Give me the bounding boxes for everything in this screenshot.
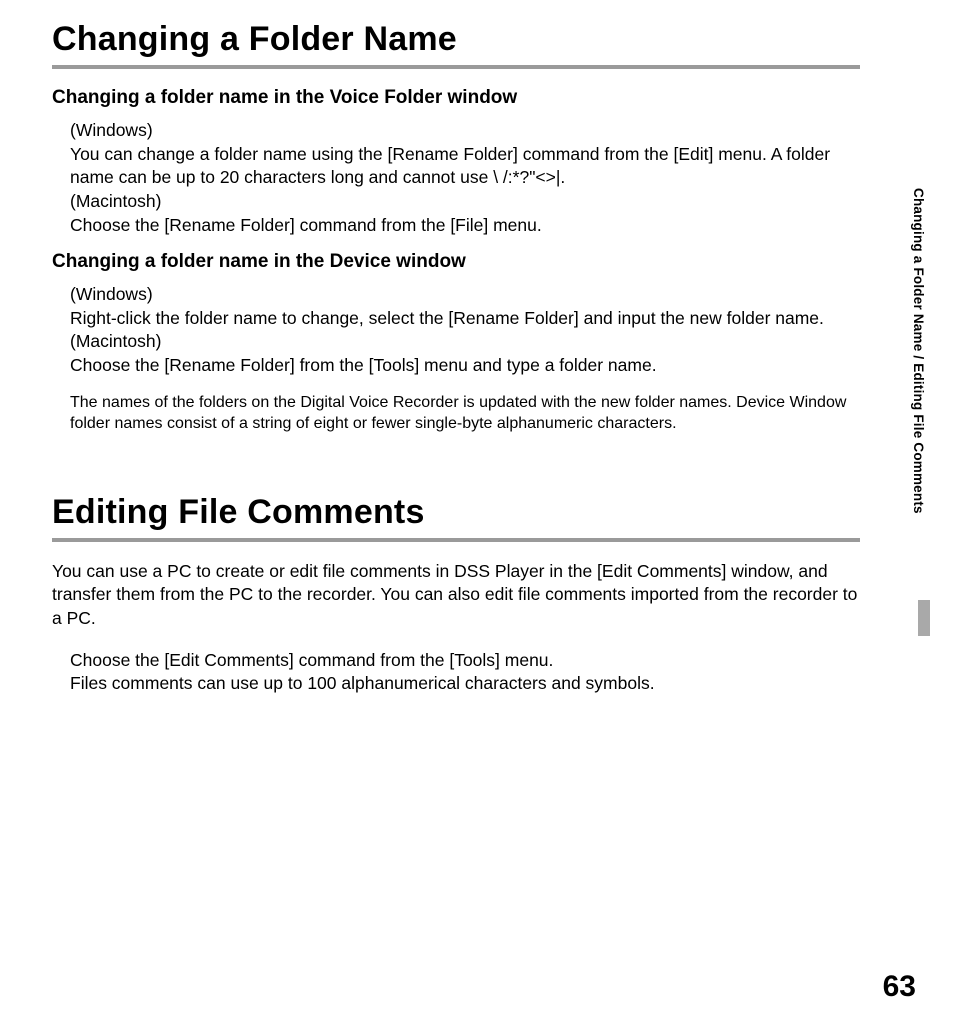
- body-text: (Windows) Right-click the folder name to…: [70, 283, 860, 378]
- section-tab-marker: [918, 600, 930, 636]
- instruction-text: Choose the [Rename Folder] command from …: [70, 214, 860, 238]
- instruction-text: Right-click the folder name to change, s…: [70, 307, 860, 331]
- note-text: The names of the folders on the Digital …: [70, 392, 860, 435]
- subheading-voice-folder: Changing a folder name in the Voice Fold…: [52, 87, 860, 109]
- body-text: (Windows) You can change a folder name u…: [70, 119, 860, 237]
- horizontal-rule: [52, 538, 860, 542]
- instruction-text: You can change a folder name using the […: [70, 143, 860, 190]
- page-number: 63: [883, 970, 916, 1004]
- subheading-device-window: Changing a folder name in the Device win…: [52, 251, 860, 273]
- instruction-text: Choose the [Rename Folder] from the [Too…: [70, 354, 860, 378]
- side-margin: Changing a Folder Name / Editing File Co…: [904, 188, 934, 708]
- content-column: Changing a Folder Name Changing a folder…: [52, 20, 860, 710]
- running-header: Changing a Folder Name / Editing File Co…: [911, 188, 926, 608]
- instruction-text: Choose the [Edit Comments] command from …: [70, 649, 860, 673]
- intro-paragraph: You can use a PC to create or edit file …: [52, 560, 860, 631]
- os-label-macintosh: (Macintosh): [70, 330, 860, 354]
- os-label-windows: (Windows): [70, 283, 860, 307]
- horizontal-rule: [52, 65, 860, 69]
- instruction-text: Files comments can use up to 100 alphanu…: [70, 672, 860, 696]
- os-label-windows: (Windows): [70, 119, 860, 143]
- section-title-2: Editing File Comments: [52, 493, 860, 532]
- manual-page: Changing a Folder Name Changing a folder…: [0, 0, 954, 1024]
- body-text: Choose the [Edit Comments] command from …: [70, 649, 860, 696]
- section-2: Editing File Comments You can use a PC t…: [52, 493, 860, 696]
- os-label-macintosh: (Macintosh): [70, 190, 860, 214]
- section-title-1: Changing a Folder Name: [52, 20, 860, 59]
